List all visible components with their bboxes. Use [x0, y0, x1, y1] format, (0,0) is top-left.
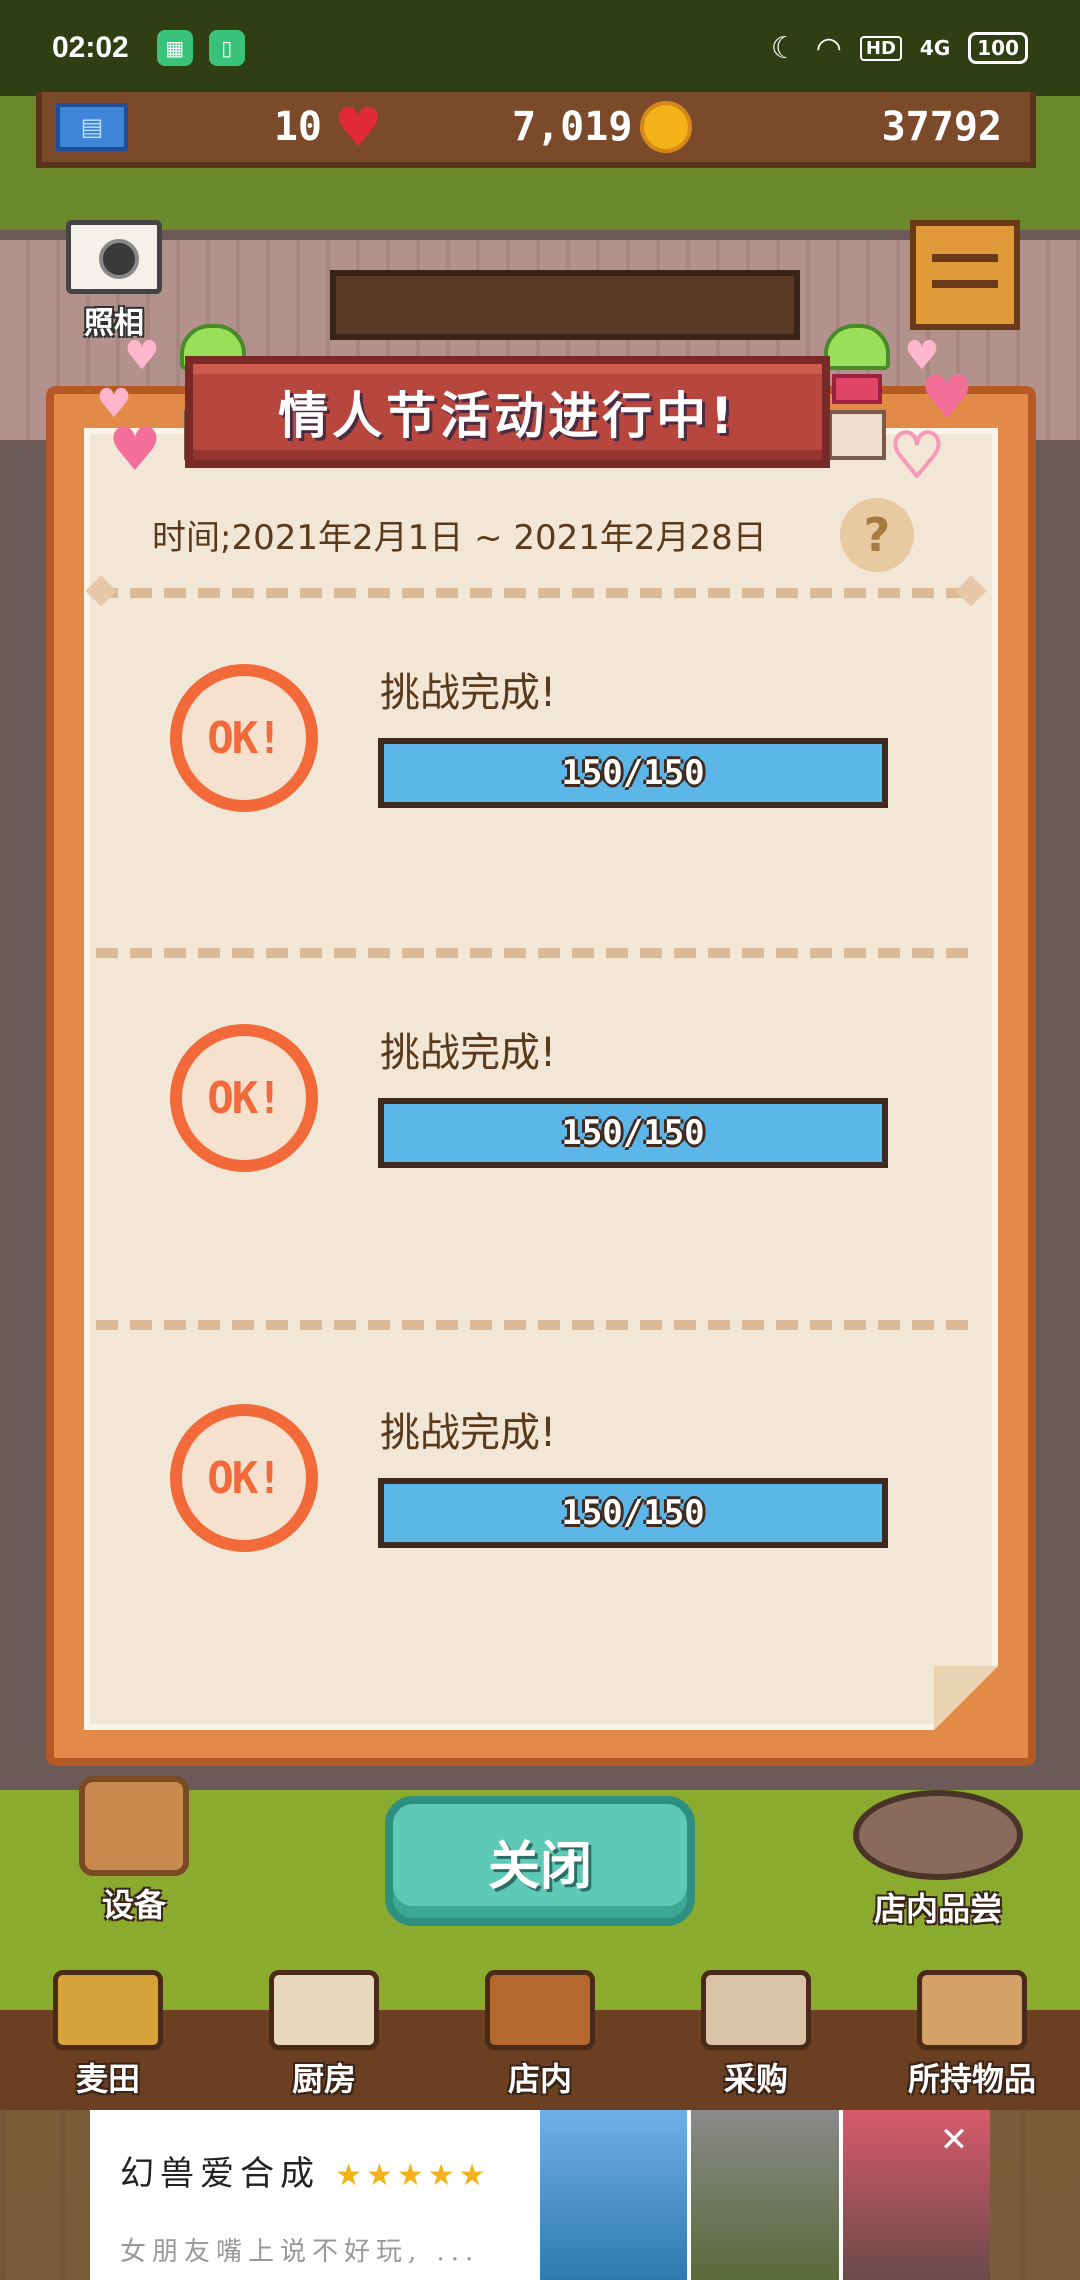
gems-count: 37792 [881, 104, 1002, 150]
equipment-icon [79, 1776, 189, 1876]
challenge-status: 挑战完成! [380, 670, 557, 716]
challenge-item: OK! 挑战完成! 150/150 [96, 1024, 976, 1224]
bottom-nav: 麦田 厨房 店内 采购 所持物品 [0, 1970, 1080, 2110]
wheat-field-icon [53, 1970, 163, 2050]
challenge-status: 挑战完成! [380, 1030, 557, 1076]
challenge-item: OK! 挑战完成! 150/150 [96, 1404, 976, 1604]
status-time: 02:02 [52, 31, 129, 64]
plant-decoration-right [822, 324, 892, 464]
nav-item-store[interactable]: 店内 [440, 1970, 640, 2100]
box-icon [917, 1970, 1027, 2050]
hearts-count: 10 [273, 104, 322, 150]
heart-decoration: ♥ [124, 333, 160, 379]
nav-item-inventory[interactable]: 所持物品 [872, 1970, 1072, 2100]
photo-button[interactable]: 照相 [64, 220, 164, 342]
heart-decoration: ♥ [904, 333, 940, 379]
heart-decoration: ♥ [108, 415, 162, 485]
divider [96, 1320, 976, 1330]
challenge-item: OK! 挑战完成! 150/150 [96, 664, 976, 864]
coin-icon [640, 101, 693, 153]
wifi-icon: ◠ [815, 30, 842, 66]
tasting-button[interactable]: 店内品尝 [838, 1790, 1038, 1930]
divider [96, 588, 976, 598]
ad-description: 女朋友嘴上说不好玩, ... [120, 2237, 480, 2267]
event-date-range: 时间;2021年2月1日 ~ 2021年2月28日 [152, 518, 767, 558]
battery-icon: 100 [968, 32, 1028, 64]
ok-stamp-icon: OK! [170, 1404, 318, 1552]
challenge-progress-bar: 150/150 [378, 738, 888, 808]
hd-icon: HD [859, 35, 902, 61]
market-icon [701, 1970, 811, 2050]
nav-item-wheat-field[interactable]: 麦田 [8, 1970, 208, 2100]
modal-title: 情人节活动进行中! [278, 387, 737, 445]
status-right: ☾ ◠ HD 4G 100 [771, 31, 1028, 66]
challenge-progress-bar: 150/150 [378, 1478, 888, 1548]
ad-screenshot [691, 2110, 839, 2280]
signal-icon: 4G [919, 36, 951, 60]
equipment-label: 设备 [101, 1886, 166, 1924]
resource-bar: ▤ 10 ♥ 7,019 37792 [36, 92, 1036, 168]
progress-text: 150/150 [561, 1493, 705, 1533]
kitchen-icon [269, 1970, 379, 2050]
ok-stamp-icon: OK! [170, 664, 318, 812]
shelf [330, 270, 800, 340]
close-button[interactable]: 关闭 [385, 1796, 695, 1926]
status-bar: 02:02 ▦ ▯ ☾ ◠ HD 4G 100 [0, 0, 1080, 96]
page-fold [934, 1666, 998, 1730]
notification-app-icon: ▦ [156, 30, 193, 66]
notice-board-icon[interactable] [910, 220, 1020, 330]
nav-label: 所持物品 [907, 2060, 1036, 2098]
progress-text: 150/150 [561, 1113, 705, 1153]
coins-count: 7,019 [512, 104, 633, 150]
heart-decoration: ♥ [96, 381, 132, 427]
nav-label: 厨房 [291, 2060, 356, 2098]
ad-text: 幻兽爱合成 ★★★★★ 女朋友嘴上说不好玩, ... [120, 2146, 540, 2268]
moon-icon: ☾ [770, 30, 798, 66]
ad-screenshot [540, 2110, 688, 2280]
modal-title-banner: 情人节活动进行中! [185, 356, 830, 468]
ad-banner[interactable]: 幻兽爱合成 ★★★★★ 女朋友嘴上说不好玩, ... ✕ [90, 2110, 990, 2280]
divider [96, 948, 976, 958]
nav-label: 采购 [723, 2060, 788, 2098]
nav-item-kitchen[interactable]: 厨房 [224, 1970, 424, 2100]
tasting-plate-icon [853, 1790, 1023, 1880]
question-icon: ? [863, 508, 891, 562]
challenge-progress-bar: 150/150 [378, 1098, 888, 1168]
bread-basket-icon [485, 1970, 595, 2050]
close-button-label: 关闭 [487, 1836, 592, 1897]
progress-text: 150/150 [561, 753, 705, 793]
nav-item-purchase[interactable]: 采购 [656, 1970, 856, 2100]
tasting-label: 店内品尝 [873, 1890, 1002, 1928]
equipment-button[interactable]: 设备 [54, 1776, 214, 1926]
nav-label: 店内 [507, 2060, 572, 2098]
heart-icon: ♥ [334, 95, 383, 159]
ad-title: 幻兽爱合成 [120, 2154, 320, 2194]
ticket-icon[interactable]: ▤ [56, 103, 128, 151]
ok-stamp-icon: OK! [170, 1024, 318, 1172]
battery-saver-icon: ▯ [208, 30, 245, 66]
camera-icon [66, 220, 162, 294]
ad-screenshots [540, 2110, 990, 2280]
ad-close-icon[interactable]: ✕ [932, 2118, 976, 2162]
help-button[interactable]: ? [840, 498, 914, 572]
heart-outline-decoration: ♥ [888, 421, 946, 491]
challenge-status: 挑战完成! [380, 1410, 557, 1456]
nav-label: 麦田 [75, 2060, 140, 2098]
ad-rating-stars: ★★★★★ [335, 2158, 490, 2193]
